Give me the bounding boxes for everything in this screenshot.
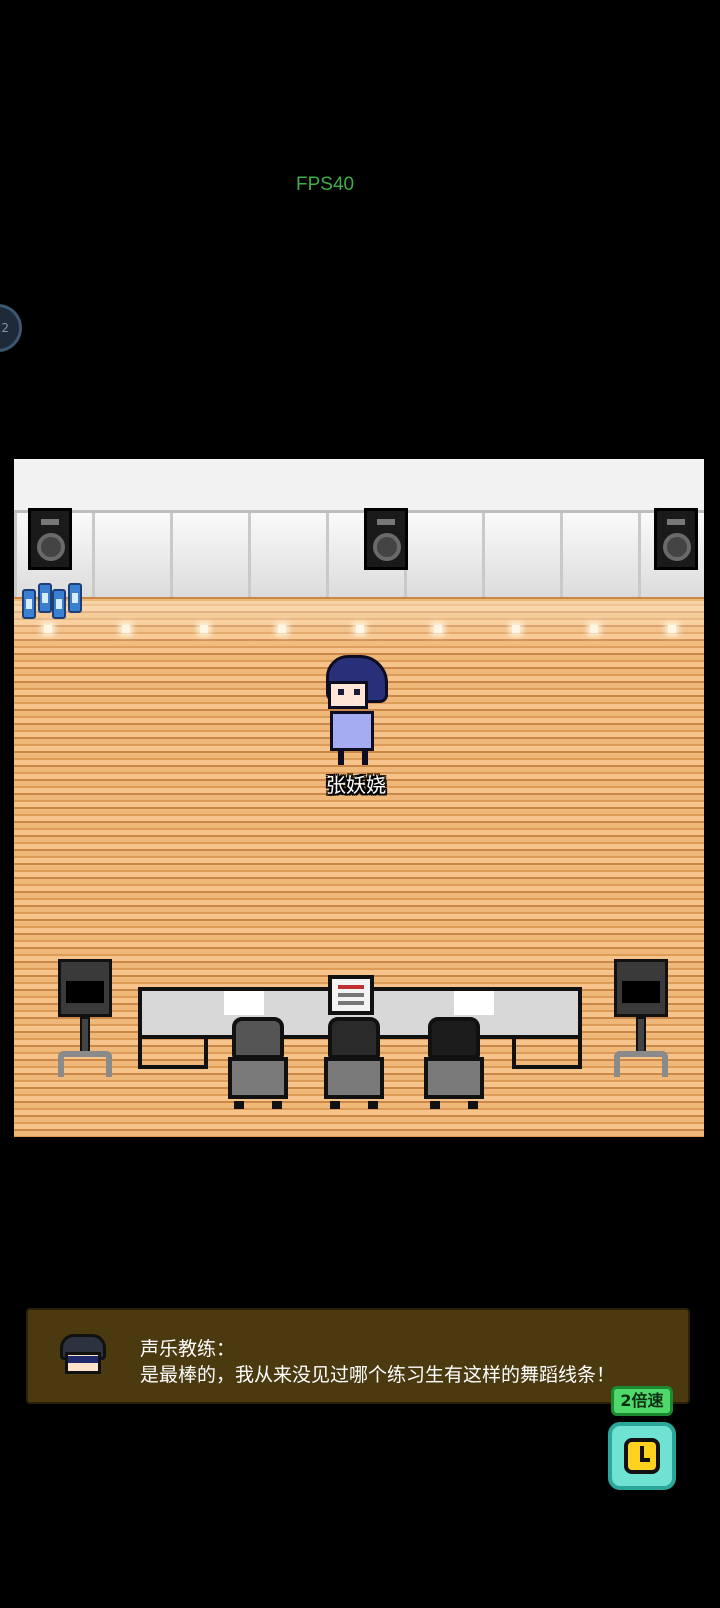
judge-seat: [226, 1017, 290, 1113]
tripod-camera-icon: [610, 959, 672, 1087]
floor-light: [278, 625, 286, 633]
game-scene[interactable]: 张妖娆: [14, 459, 704, 1137]
tripod-camera-icon: [54, 959, 116, 1087]
judge-seat: [422, 1017, 486, 1113]
floor-light: [122, 625, 130, 633]
character-name-label: 张妖娆: [326, 773, 386, 797]
water-bottle-icon: [38, 583, 52, 613]
speaker-icon: [28, 508, 72, 570]
water-bottle-icon: [68, 583, 82, 613]
speed-toggle-button[interactable]: [608, 1422, 676, 1490]
dialog-box[interactable]: 声乐教练： 是最棒的，我从来没见过哪个练习生有这样的舞蹈线条！: [26, 1308, 690, 1404]
dialog-speaker-name: 声乐教练：: [140, 1338, 236, 1360]
dialog-text: 是最棒的，我从来没见过哪个练习生有这样的舞蹈线条！: [140, 1364, 616, 1386]
mirror-panel: [170, 513, 248, 597]
table-leg: [138, 1035, 208, 1069]
table-leg: [512, 1035, 582, 1069]
judge-seat: [322, 1017, 386, 1113]
clock-icon: [624, 1438, 660, 1474]
floor-light: [590, 625, 598, 633]
paper-sheet: [454, 991, 494, 1015]
paper-sheet: [224, 991, 264, 1015]
mirror-panel: [404, 513, 482, 597]
mirror-panel: [92, 513, 170, 597]
floor-light: [668, 625, 676, 633]
mirror-panel: [482, 513, 560, 597]
speed-label: 2倍速: [611, 1386, 673, 1416]
floor-light: [356, 625, 364, 633]
floor-light: [200, 625, 208, 633]
clipboard-icon: [328, 975, 374, 1015]
mirror-wall: [14, 513, 704, 597]
speaker-icon: [654, 508, 698, 570]
mirror-panel: [560, 513, 638, 597]
ceiling-wall: [14, 459, 704, 513]
vocal-coach-avatar: [60, 1334, 106, 1376]
fps-counter: FPS40: [296, 174, 355, 195]
water-bottle-icon: [22, 589, 36, 619]
speaker-icon: [364, 508, 408, 570]
floor-light: [434, 625, 442, 633]
float-ball-label: 22: [0, 321, 9, 335]
floor-light: [512, 625, 520, 633]
mirror-panel: [248, 513, 326, 597]
floating-assistant-ball[interactable]: 22: [0, 304, 22, 352]
player-character[interactable]: [320, 655, 392, 767]
water-bottle-icon: [52, 589, 66, 619]
floor-light: [44, 625, 52, 633]
